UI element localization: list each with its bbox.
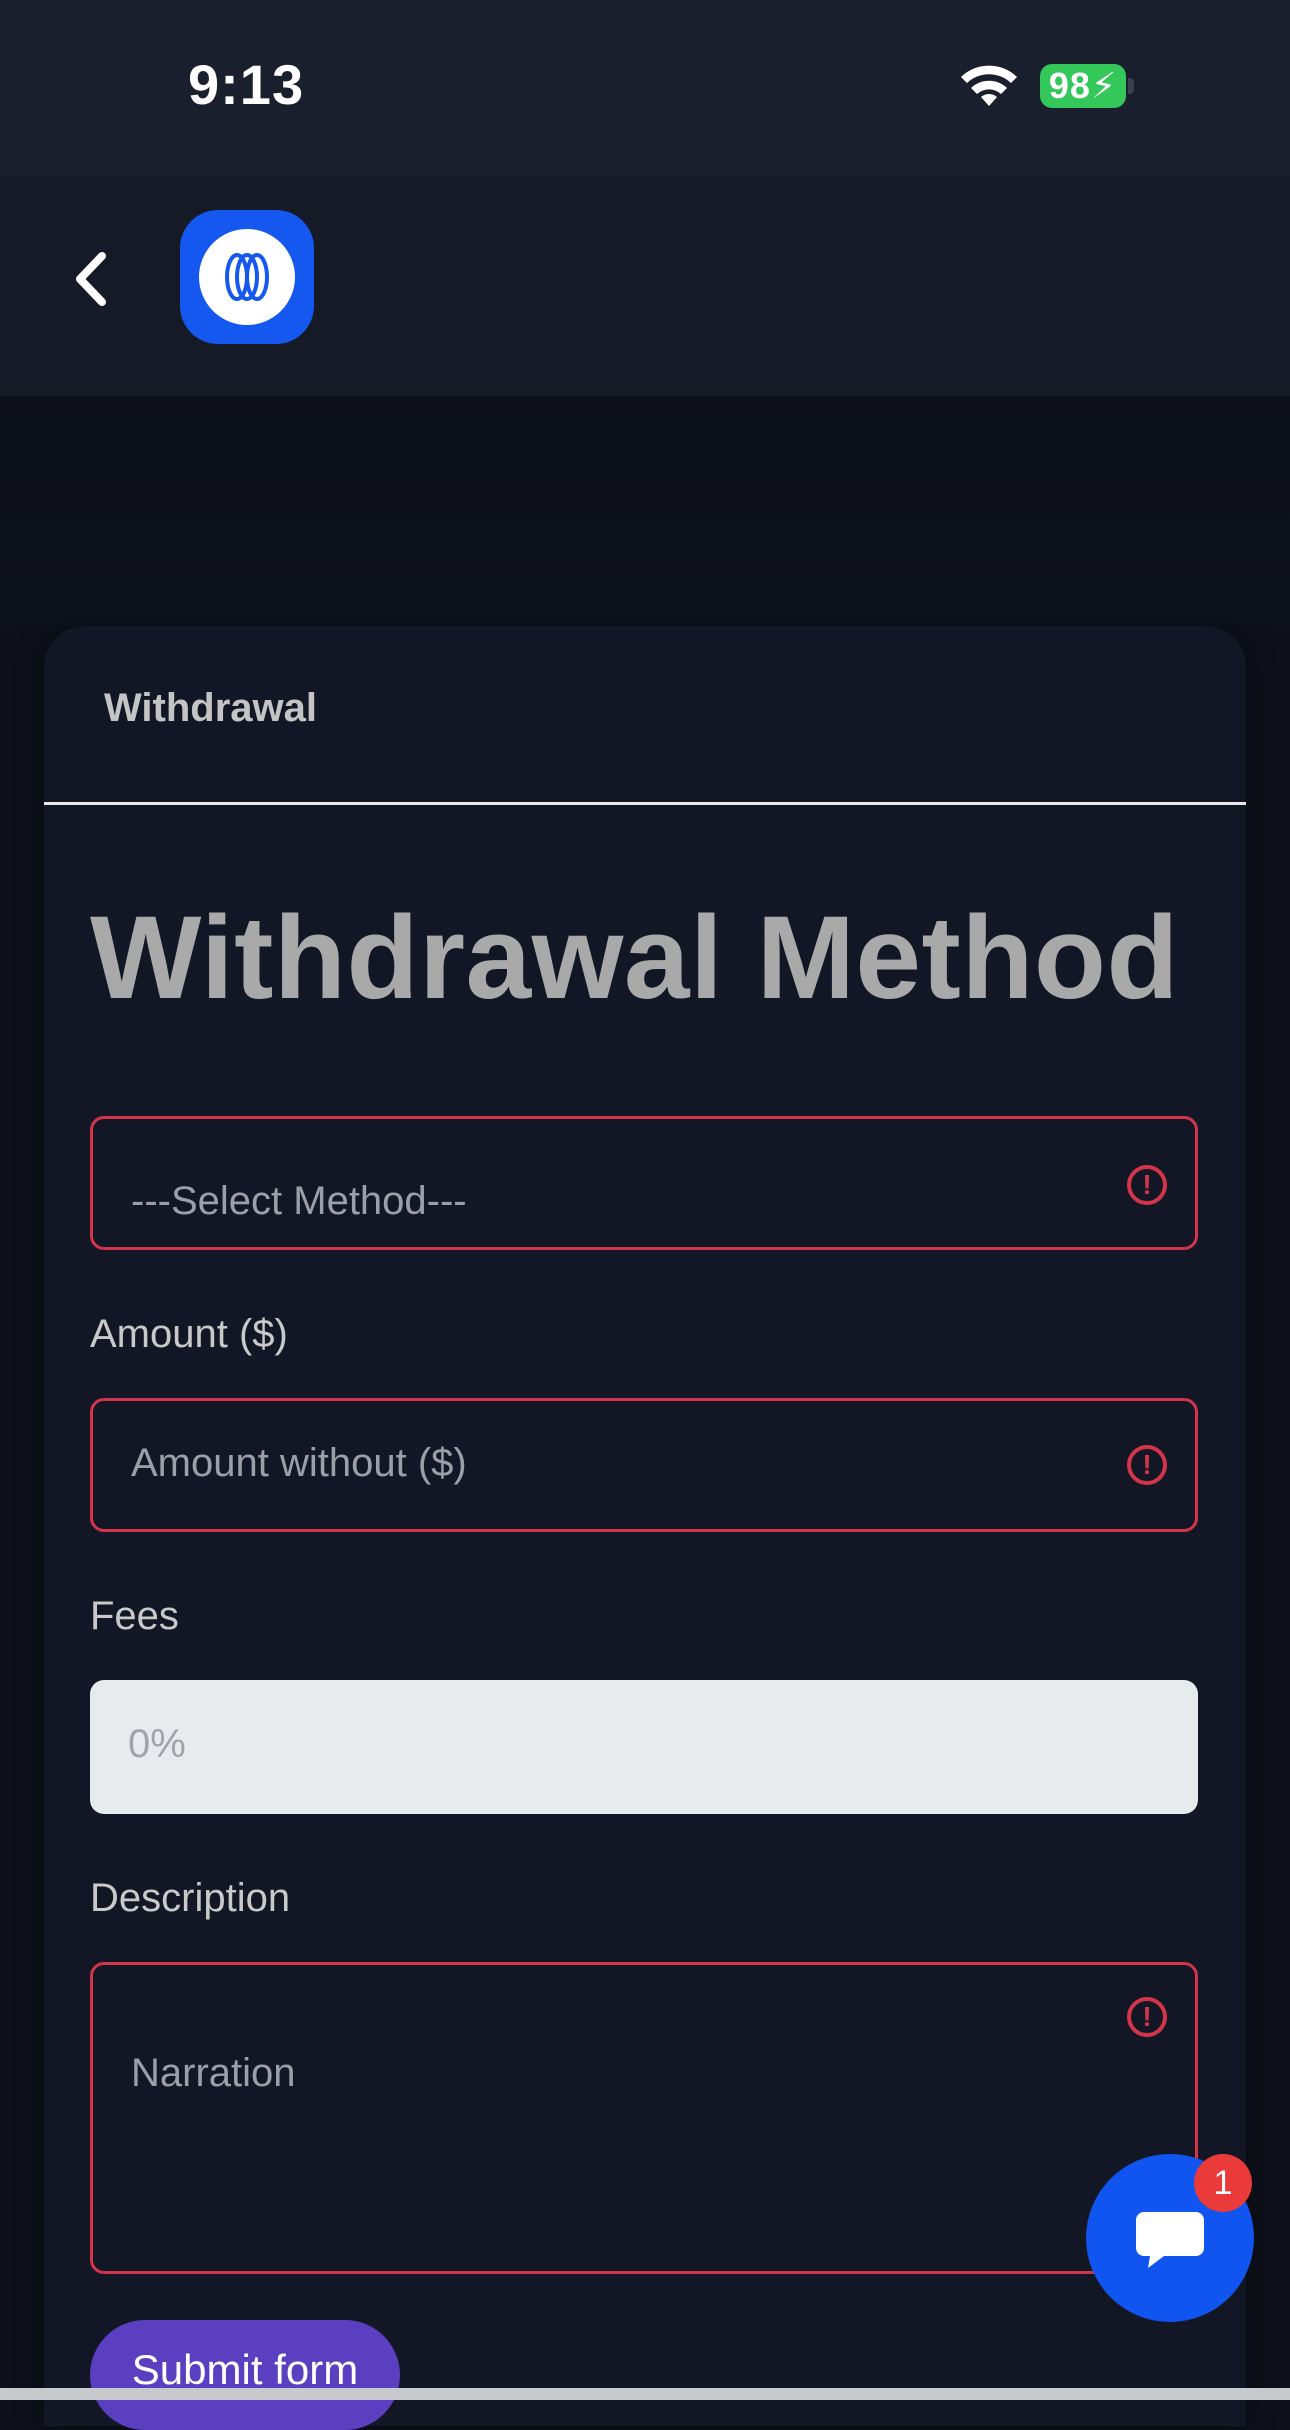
bottom-edge: [0, 2388, 1290, 2400]
logo-rings-icon: [225, 253, 269, 301]
method-select-value: ---Select Method---: [131, 1179, 467, 1223]
method-select[interactable]: ---Select Method--- !: [90, 1116, 1198, 1250]
description-textarea[interactable]: Narration !: [90, 1962, 1198, 2274]
alert-circle-icon: !: [1127, 1997, 1167, 2037]
battery-level: 98: [1048, 65, 1091, 106]
page-title: Withdrawal Method: [90, 892, 1180, 1024]
fees-value: 0%: [128, 1722, 186, 1766]
logo-mark: [199, 229, 295, 325]
tab-divider: [44, 802, 1246, 805]
alert-circle-icon: !: [1127, 1165, 1167, 1205]
battery-tip: [1128, 78, 1134, 94]
wifi-icon: [961, 65, 1017, 106]
amount-input[interactable]: Amount without ($) !: [90, 1398, 1198, 1532]
amount-placeholder: Amount without ($): [131, 1441, 467, 1485]
chat-bubble-icon: [1136, 2212, 1204, 2268]
app-logo[interactable]: [180, 210, 314, 344]
description-label: Description: [90, 1876, 291, 1920]
notification-badge: 1: [1194, 2154, 1252, 2212]
battery-charging-icon: 98 ⚡: [1040, 64, 1126, 108]
submit-button[interactable]: Submit form: [90, 2320, 400, 2430]
fees-label: Fees: [90, 1594, 179, 1638]
fees-field: 0%: [90, 1680, 1198, 1814]
alert-circle-icon: !: [1127, 1445, 1167, 1485]
amount-label: Amount ($): [90, 1312, 288, 1356]
status-time: 9:13: [188, 53, 305, 116]
tab-withdrawal[interactable]: Withdrawal: [104, 686, 317, 731]
hero-spacer: [0, 396, 1290, 626]
description-placeholder: Narration: [131, 2051, 296, 2095]
charging-bolt-icon: ⚡: [1090, 65, 1118, 106]
chevron-left-icon[interactable]: [60, 244, 120, 314]
